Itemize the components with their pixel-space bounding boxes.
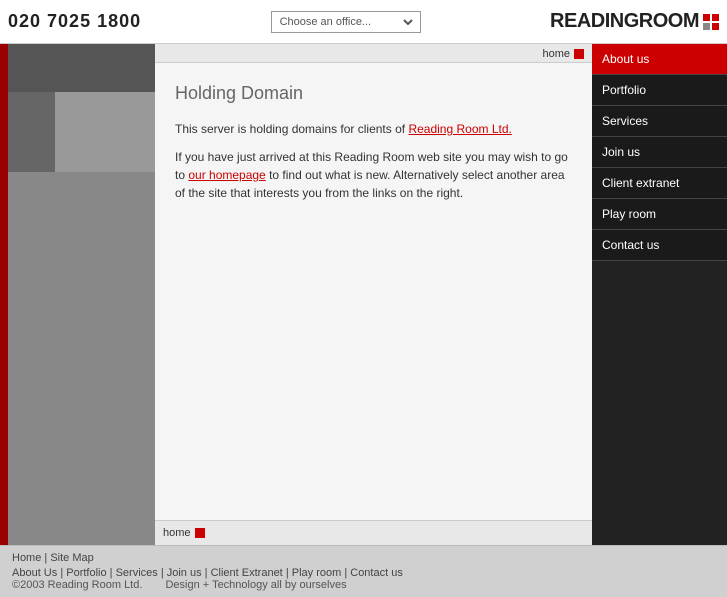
left-top-bar [0,44,155,92]
logo-square-4 [712,23,719,30]
para2: If you have just arrived at this Reading… [175,148,568,202]
right-nav: About us Portfolio Services Join us Clie… [592,44,727,545]
breadcrumb-bottom: home [155,520,592,545]
nav-item-portfolio[interactable]: Portfolio [592,75,727,106]
para1: This server is holding domains for clien… [175,120,568,138]
layout: home Holding Domain This server is holdi… [0,44,727,545]
reading-room-link[interactable]: Reading Room Ltd. [408,122,511,136]
footer-link-join[interactable]: Join us [167,567,202,579]
logo-square-3 [703,23,710,30]
phone-number: 020 7025 1800 [8,11,141,32]
page-title: Holding Domain [175,83,568,104]
footer-link-playroom[interactable]: Play room [292,567,342,579]
footer-link-extranet[interactable]: Client Extranet [211,567,283,579]
breadcrumb-top: home [155,44,592,63]
home-arrow-top [574,49,584,59]
footer-link-home[interactable]: Home [12,552,41,564]
footer-link-services[interactable]: Services [116,567,158,579]
logo: READINGROOM [550,10,719,33]
nav-item-contact[interactable]: Contact us [592,230,727,261]
left-mid-left [0,92,55,172]
left-sidebar [0,44,155,545]
red-accent-bar [0,44,8,545]
footer-links-top: Home | Site Map [12,552,715,564]
content-area: Holding Domain This server is holding do… [155,63,592,520]
logo-square-2 [712,14,719,21]
logo-reading: READING [550,10,639,33]
office-selector[interactable]: Choose an office... [271,11,421,33]
nav-item-services[interactable]: Services [592,106,727,137]
footer-link-about[interactable]: About Us [12,567,57,579]
footer-link-sitemap[interactable]: Site Map [50,552,93,564]
logo-room: ROOM [639,10,699,33]
home-link-bottom[interactable]: home [163,527,191,539]
footer-link-portfolio[interactable]: Portfolio [66,567,106,579]
home-arrow-bottom [195,528,205,538]
office-dropdown[interactable]: Choose an office... [276,15,416,29]
footer-copyright: ©2003 Reading Room Ltd. Design + Technol… [12,579,715,591]
left-mid-right [55,92,155,172]
nav-item-about[interactable]: About us [592,44,727,75]
content-text: This server is holding domains for clien… [175,120,568,202]
logo-icon [703,14,719,30]
header: 020 7025 1800 Choose an office... READIN… [0,0,727,44]
logo-square-1 [703,14,710,21]
left-mid [0,92,155,172]
main-content: home Holding Domain This server is holdi… [155,44,592,545]
homepage-link[interactable]: our homepage [188,168,265,182]
footer-links-bottom: About Us | Portfolio | Services | Join u… [12,567,715,579]
nav-item-join[interactable]: Join us [592,137,727,168]
footer: Home | Site Map About Us | Portfolio | S… [0,545,727,597]
home-link-top[interactable]: home [542,48,570,60]
footer-link-contact[interactable]: Contact us [350,567,403,579]
nav-item-playroom[interactable]: Play room [592,199,727,230]
nav-item-extranet[interactable]: Client extranet [592,168,727,199]
